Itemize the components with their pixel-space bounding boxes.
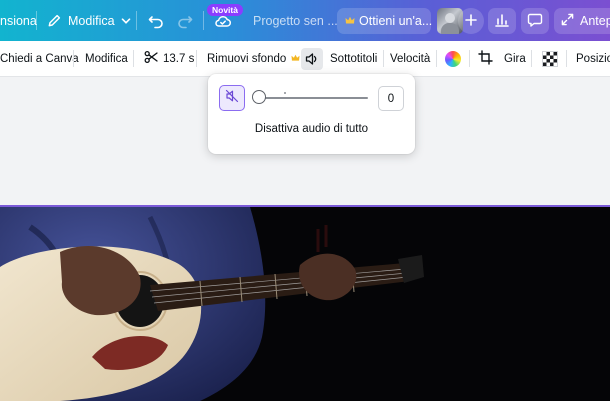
- divider: [383, 50, 384, 67]
- divider: [203, 11, 204, 30]
- crown-icon: [345, 14, 355, 28]
- checkerboard-icon: [542, 50, 558, 67]
- context-toolbar: Chiedi a Canva Modifica 13.7 s Rimuovi s…: [0, 41, 610, 77]
- volume-slider-track[interactable]: [260, 97, 368, 99]
- cloud-check-icon: [214, 12, 232, 30]
- divider: [36, 11, 37, 30]
- volume-slider-tick: [284, 92, 286, 94]
- position-button[interactable]: Posizion: [576, 41, 610, 76]
- crop-button[interactable]: [478, 41, 493, 76]
- ask-canva-label: Chiedi a Canva: [0, 52, 79, 65]
- subtitles-button[interactable]: Sottotitoli: [330, 41, 377, 76]
- chevron-down-icon: [121, 16, 131, 26]
- mute-all-label: Disattiva audio di tutto: [254, 123, 369, 135]
- edit-mode-label: Modifica: [68, 13, 115, 28]
- crown-icon: [291, 53, 300, 65]
- divider: [133, 50, 134, 67]
- audio-popup: 0 Disattiva audio di tutto: [208, 74, 415, 154]
- transparency-button[interactable]: [542, 41, 558, 76]
- color-adjust-button[interactable]: [445, 41, 461, 76]
- add-collaborator-button[interactable]: [458, 8, 484, 34]
- edit-video-label: Modifica: [85, 52, 128, 65]
- undo-icon: [147, 12, 165, 30]
- flip-button[interactable]: Gira: [504, 41, 526, 76]
- edit-video-button[interactable]: Modifica: [85, 41, 128, 76]
- color-wheel-icon: [445, 50, 461, 67]
- duration-label: 13.7 s: [163, 52, 195, 65]
- remove-background-label: Rimuovi sfondo: [207, 52, 287, 65]
- flip-label: Gira: [504, 52, 526, 65]
- scissors-icon: [144, 50, 158, 67]
- divider: [531, 50, 532, 67]
- pencil-icon: [47, 13, 62, 28]
- ask-canva-button[interactable]: Chiedi a Canva: [0, 41, 79, 76]
- volume-slider-thumb[interactable]: [252, 90, 266, 104]
- comment-icon: [527, 12, 543, 31]
- crop-icon: [478, 49, 493, 68]
- top-bar: nsiona Modifica Novità Progetto sen ...: [0, 0, 610, 41]
- remove-background-button[interactable]: Rimuovi sfondo: [207, 41, 300, 76]
- position-label: Posizion: [576, 52, 610, 65]
- divider: [436, 50, 437, 67]
- edit-mode-menu[interactable]: Modifica: [47, 0, 131, 41]
- trim-button[interactable]: 13.7 s: [144, 41, 194, 76]
- expand-icon: [561, 13, 574, 29]
- speed-button[interactable]: Velocità: [390, 41, 430, 76]
- redo-icon: [176, 12, 194, 30]
- extension-label: nsiona: [0, 13, 37, 28]
- divider: [469, 50, 470, 67]
- comments-button[interactable]: [521, 8, 549, 34]
- divider: [196, 50, 197, 67]
- volume-value: 0: [387, 92, 395, 105]
- subtitles-label: Sottotitoli: [330, 52, 378, 65]
- extension-menu[interactable]: nsiona: [0, 0, 37, 41]
- preview-label: Antep: [580, 14, 610, 28]
- upgrade-label: Ottieni un'a...: [359, 14, 433, 28]
- avatar-body: [441, 23, 459, 34]
- divider: [73, 50, 74, 67]
- volume-value-field[interactable]: 0: [378, 86, 404, 111]
- guitar-player-image: [0, 207, 610, 401]
- redo-button[interactable]: [176, 0, 194, 41]
- preview-button[interactable]: Antep: [554, 8, 610, 34]
- video-frame[interactable]: [0, 207, 610, 401]
- undo-button[interactable]: [147, 0, 165, 41]
- mute-button[interactable]: [219, 85, 245, 111]
- cloud-save-button[interactable]: [214, 0, 232, 41]
- project-title[interactable]: Progetto sen ...: [253, 0, 338, 41]
- divider: [566, 50, 567, 67]
- speaker-icon: [301, 47, 323, 70]
- avatar-head: [445, 13, 455, 23]
- speed-label: Velocità: [390, 52, 431, 65]
- project-title-label: Progetto sen ...: [253, 13, 338, 28]
- speaker-muted-icon: [225, 89, 239, 108]
- upgrade-button[interactable]: Ottieni un'a...: [337, 8, 433, 34]
- audio-volume-button[interactable]: [301, 41, 323, 76]
- bar-chart-icon: [494, 12, 510, 31]
- plus-icon: [465, 13, 477, 29]
- insights-button[interactable]: [488, 8, 516, 34]
- divider: [136, 11, 137, 30]
